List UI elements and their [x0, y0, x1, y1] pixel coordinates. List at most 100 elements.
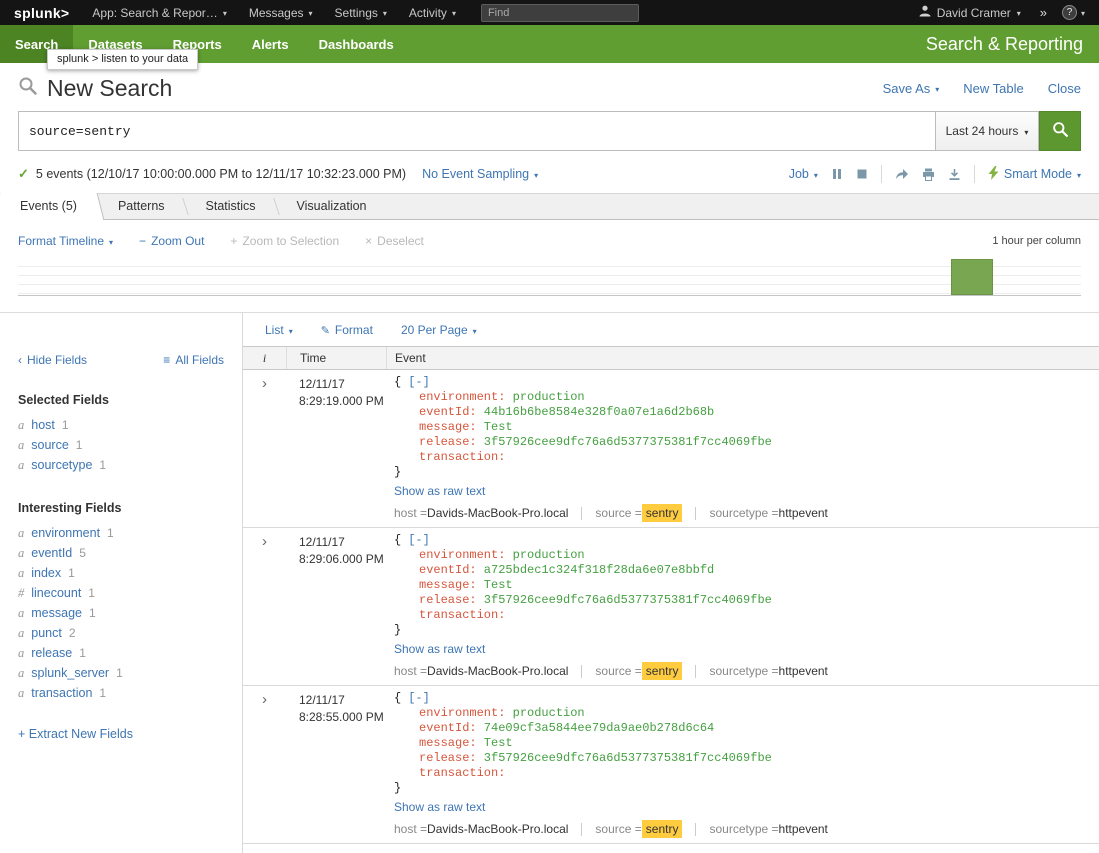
field-name[interactable]: eventId [31, 546, 72, 560]
field-item[interactable]: apunct2 [18, 623, 224, 643]
tag-value[interactable]: sentry [642, 662, 683, 680]
field-name[interactable]: message [31, 606, 82, 620]
help-menu[interactable]: ? ▾ [1056, 5, 1091, 20]
print-button[interactable] [922, 168, 935, 181]
event-sampling-menu[interactable]: No Event Sampling▾ [422, 167, 538, 181]
share-button[interactable] [895, 168, 909, 180]
field-item[interactable]: aindex1 [18, 563, 224, 583]
tag-value[interactable]: httpevent [779, 820, 828, 838]
field-name[interactable]: sourcetype [31, 458, 92, 472]
expand-chevron[interactable]: › [243, 375, 286, 522]
timeline-bar[interactable] [951, 259, 992, 295]
expand-chevron[interactable]: › [243, 533, 286, 680]
field-item[interactable]: asourcetype1 [18, 455, 224, 475]
event-field-tag[interactable]: host = Davids-MacBook-Pro.local [394, 820, 568, 838]
event-time: 12/11/17 8:28:55.000 PM [286, 691, 386, 838]
topbar-menu[interactable]: Settings▾ [324, 0, 398, 25]
field-item[interactable]: asource1 [18, 435, 224, 455]
fields-sidebar: ‹ Hide Fields ≡ All Fields Selected Fiel… [0, 313, 242, 853]
event-field-tag[interactable]: host = Davids-MacBook-Pro.local [394, 662, 568, 680]
field-item[interactable]: ahost1 [18, 415, 224, 435]
field-name[interactable]: release [31, 646, 72, 660]
event-field-tag[interactable]: sourcetype = httpevent [709, 820, 827, 838]
field-name[interactable]: index [31, 566, 61, 580]
timeline-chart[interactable] [18, 258, 1081, 296]
field-name[interactable]: host [31, 418, 55, 432]
close-button[interactable]: Close [1048, 81, 1081, 96]
tag-value[interactable]: httpevent [779, 662, 828, 680]
event-field-tag[interactable]: host = Davids-MacBook-Pro.local [394, 504, 568, 522]
json-key: eventId: [419, 721, 477, 735]
show-raw-link[interactable]: Show as raw text [394, 800, 485, 814]
json-collapse-toggle[interactable]: [-] [408, 691, 430, 705]
result-tab-patterns[interactable]: Patterns [98, 193, 185, 219]
field-item[interactable]: amessage1 [18, 603, 224, 623]
topbar-menu[interactable]: App: Search & Repor…▾ [81, 0, 237, 25]
time-range-picker[interactable]: Last 24 hours▾ [935, 111, 1039, 151]
deselect-button[interactable]: ×Deselect [365, 234, 424, 248]
show-raw-link[interactable]: Show as raw text [394, 484, 485, 498]
pause-button[interactable] [831, 168, 843, 180]
tag-value[interactable]: Davids-MacBook-Pro.local [427, 662, 568, 680]
result-tab-events-5-[interactable]: Events (5) [0, 193, 97, 220]
find-input[interactable] [481, 4, 639, 22]
list-controls: List▾ ✎Format 20 Per Page▾ [243, 313, 1099, 346]
user-menu[interactable]: David Cramer ▾ [909, 0, 1031, 25]
tag-value[interactable]: sentry [642, 820, 683, 838]
event-field-tag[interactable]: sourcetype = httpevent [709, 662, 827, 680]
tag-value[interactable]: Davids-MacBook-Pro.local [427, 820, 568, 838]
field-item[interactable]: aenvironment1 [18, 523, 224, 543]
field-item[interactable]: atransaction1 [18, 683, 224, 703]
save-as-button[interactable]: Save As▾ [883, 81, 940, 96]
stop-button[interactable] [856, 168, 868, 180]
topbar-menu[interactable]: Messages▾ [238, 0, 324, 25]
format-menu[interactable]: ✎Format [321, 323, 373, 337]
export-button[interactable] [948, 168, 961, 181]
event-field-tag[interactable]: sourcetype = httpevent [709, 504, 827, 522]
event-field-tag[interactable]: source = sentry [595, 662, 682, 680]
field-name[interactable]: punct [31, 626, 62, 640]
app-tab-dashboards[interactable]: Dashboards [304, 25, 409, 63]
field-item[interactable]: asplunk_server1 [18, 663, 224, 683]
search-submit-button[interactable] [1039, 111, 1081, 151]
field-name[interactable]: linecount [31, 586, 81, 600]
tag-value[interactable]: httpevent [779, 504, 828, 522]
app-tab-alerts[interactable]: Alerts [237, 25, 304, 63]
result-tab-visualization[interactable]: Visualization [277, 193, 387, 219]
per-page-menu[interactable]: 20 Per Page▾ [401, 323, 477, 337]
all-fields-button[interactable]: ≡ All Fields [163, 353, 224, 367]
double-arrow-icon[interactable]: » [1031, 5, 1056, 20]
field-item[interactable]: #linecount1 [18, 583, 224, 603]
field-name[interactable]: source [31, 438, 69, 452]
format-timeline-menu[interactable]: Format Timeline▾ [18, 234, 113, 248]
tag-value[interactable]: sentry [642, 504, 683, 522]
search-icon [18, 75, 38, 101]
json-collapse-toggle[interactable]: [-] [408, 375, 430, 389]
zoom-to-selection-button[interactable]: +Zoom to Selection [230, 234, 339, 248]
topbar-menu[interactable]: Activity▾ [398, 0, 467, 25]
field-name[interactable]: transaction [31, 686, 92, 700]
field-name[interactable]: environment [31, 526, 100, 540]
show-raw-link[interactable]: Show as raw text [394, 642, 485, 656]
caret-down-icon: ▾ [814, 171, 818, 180]
zoom-out-button[interactable]: −Zoom Out [139, 234, 204, 248]
new-table-button[interactable]: New Table [963, 81, 1023, 96]
event-field-tag[interactable]: source = sentry [595, 504, 682, 522]
field-name[interactable]: splunk_server [31, 666, 109, 680]
json-collapse-toggle[interactable]: [-] [408, 533, 430, 547]
extract-new-fields-link[interactable]: + Extract New Fields [18, 727, 133, 741]
search-mode-menu[interactable]: Smart Mode ▾ [988, 166, 1081, 183]
tag-value[interactable]: Davids-MacBook-Pro.local [427, 504, 568, 522]
list-view-menu[interactable]: List▾ [265, 323, 293, 337]
splunk-logo[interactable]: splunk> [8, 5, 81, 21]
result-tab-statistics[interactable]: Statistics [186, 193, 276, 219]
app-title: Search & Reporting [926, 25, 1099, 63]
field-item[interactable]: arelease1 [18, 643, 224, 663]
expand-chevron[interactable]: › [243, 691, 286, 838]
json-value: Test [477, 736, 513, 750]
job-menu[interactable]: Job▾ [789, 167, 818, 181]
hide-fields-button[interactable]: ‹ Hide Fields [18, 353, 87, 367]
field-item[interactable]: aeventId5 [18, 543, 224, 563]
event-field-tag[interactable]: source = sentry [595, 820, 682, 838]
search-query-input[interactable] [18, 111, 935, 151]
